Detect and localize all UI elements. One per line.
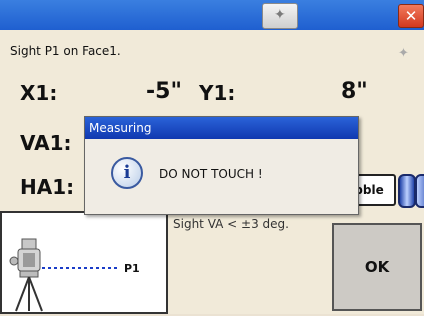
x1-value: -5" [146,79,182,104]
instruction-text: Sight P1 on Face1. [10,44,121,58]
bubble-level-icon [398,174,416,208]
target-label: P1 [124,262,140,275]
ok-button[interactable]: OK [332,223,422,311]
dialog-title: Measuring [85,117,358,139]
close-button[interactable]: ✕ [398,4,424,28]
total-station-diagram: P1 [9,238,140,312]
info-icon: i [111,157,143,189]
title-bar: ✦ ✕ [0,0,424,30]
y1-label: Y1: [199,81,236,105]
dialog-message: DO NOT TOUCH ! [159,167,263,181]
spark-icon: ✦ [398,46,409,61]
ha1-label: HA1: [20,175,75,199]
y1-value: 8" [341,79,368,104]
hint-panel: Sight VA < ±3 deg. [168,211,326,314]
measuring-dialog: Measuring i DO NOT TOUCH ! [84,116,359,215]
spark-icon: ✦ [274,7,286,23]
close-icon: ✕ [404,7,418,25]
sighting-illustration: P1 [0,211,168,314]
x1-label: X1: [20,81,58,105]
spark-tool-button[interactable]: ✦ [262,3,298,29]
bubble-level-icon [415,174,424,208]
va1-label: VA1: [20,131,72,155]
hint-text: Sight VA < ±3 deg. [173,217,289,231]
